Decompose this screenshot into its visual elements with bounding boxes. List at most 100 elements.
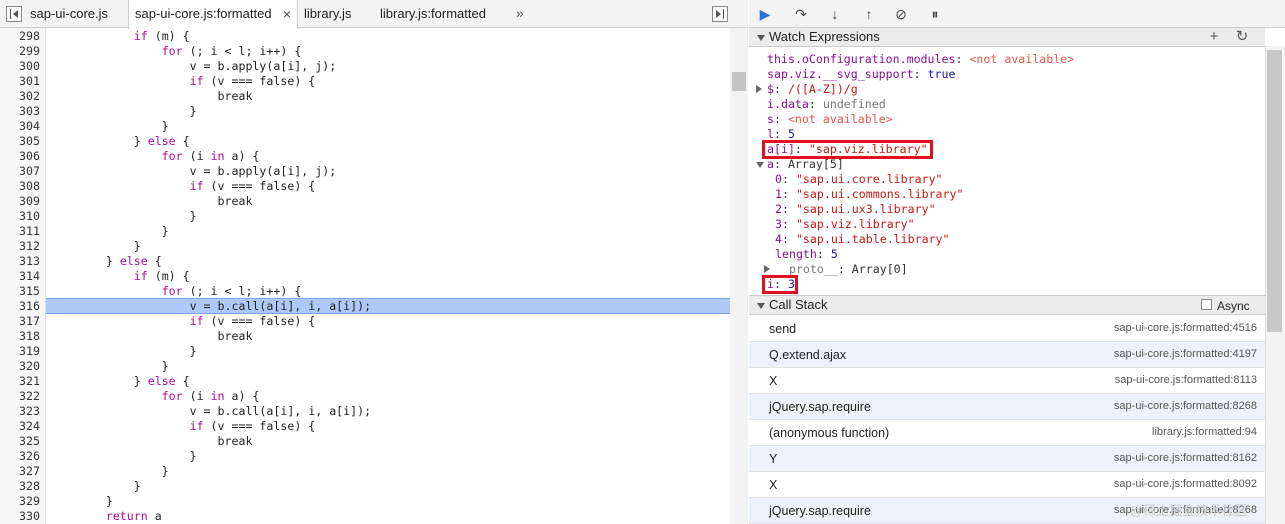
- line-number[interactable]: 312: [0, 239, 40, 254]
- line-number[interactable]: 318: [0, 329, 40, 344]
- call-stack-header[interactable]: Call Stack Async: [749, 295, 1265, 315]
- line-number-gutter[interactable]: 298 299 300 301 302 303 304 305 306 307 308 309 310 3…: [0, 28, 46, 524]
- frame-location[interactable]: sap-ui-core.js:formatted:4197: [1114, 342, 1257, 366]
- call-frame[interactable]: (anonymous function) library.js:formatted…: [749, 420, 1265, 446]
- refresh-watch-icon[interactable]: ↻: [1233, 29, 1251, 45]
- line-number[interactable]: 330: [0, 509, 40, 524]
- line-number[interactable]: 327: [0, 464, 40, 479]
- line-number[interactable]: 310: [0, 209, 40, 224]
- call-frame[interactable]: Xsap-ui-core.js:formatted:8113: [749, 368, 1265, 394]
- tab-library[interactable]: library.js: [298, 0, 372, 28]
- watch-key: s: [767, 112, 774, 126]
- call-frame[interactable]: send sap-ui-core.js:formatted:4516: [749, 316, 1265, 342]
- async-checkbox[interactable]: [1201, 299, 1212, 310]
- line-number[interactable]: 322: [0, 389, 40, 404]
- line-number[interactable]: 311: [0, 224, 40, 239]
- line-number[interactable]: 320: [0, 359, 40, 374]
- watch-key: 0: [775, 172, 782, 186]
- line-number[interactable]: 316: [0, 299, 40, 314]
- line-number[interactable]: 299: [0, 44, 40, 59]
- tab-library-formatted[interactable]: library.js:formatted: [374, 0, 514, 28]
- step-over-button[interactable]: ↷: [791, 5, 811, 23]
- call-frame[interactable]: Q.extend.ajax sap-ui-core.js:formatted:41…: [749, 342, 1265, 368]
- frame-location[interactable]: library.js:formatted:94: [1152, 420, 1257, 444]
- line-number[interactable]: 326: [0, 449, 40, 464]
- line-number[interactable]: 300: [0, 59, 40, 74]
- watch-item[interactable]: $: /([A-Z])/g: [767, 82, 858, 97]
- call-frame[interactable]: Ysap-ui-core.js:formatted:8162: [749, 446, 1265, 472]
- line-number[interactable]: 323: [0, 404, 40, 419]
- line-number[interactable]: 301: [0, 74, 40, 89]
- watch-expressions-header[interactable]: Watch Expressions + ↻: [749, 27, 1265, 47]
- watch-item[interactable]: 1: "sap.ui.commons.library": [775, 187, 963, 202]
- line-number[interactable]: 317: [0, 314, 40, 329]
- frame-location[interactable]: sap-ui-core.js:formatted:8113: [1115, 368, 1257, 392]
- watch-item[interactable]: sap.viz.__svg_support: true: [767, 67, 955, 82]
- line-number[interactable]: 314: [0, 269, 40, 284]
- line-number[interactable]: 304: [0, 119, 40, 134]
- frame-location[interactable]: sap-ui-core.js:formatted:4516: [1114, 316, 1257, 340]
- watch-item[interactable]: length: 5: [775, 247, 838, 262]
- watch-value: "sap.ui.table.library": [795, 232, 950, 246]
- toggle-debugger-icon[interactable]: [712, 6, 728, 22]
- line-number[interactable]: 305: [0, 134, 40, 149]
- toggle-navigator-icon[interactable]: [6, 6, 22, 22]
- code-editor[interactable]: 298 299 300 301 302 303 304 305 306 307 308 309 310 3…: [0, 28, 730, 524]
- expand-triangle-icon[interactable]: [764, 265, 770, 273]
- line-number[interactable]: 313: [0, 254, 40, 269]
- watch-item[interactable]: i.data: undefined: [767, 97, 886, 112]
- watch-separator: :: [808, 97, 823, 111]
- watch-item[interactable]: a: Array[5]: [767, 157, 844, 172]
- line-number[interactable]: 315: [0, 284, 40, 299]
- line-number[interactable]: 306: [0, 149, 40, 164]
- deactivate-breakpoints-button[interactable]: ⊘: [891, 5, 911, 23]
- line-number[interactable]: 324: [0, 419, 40, 434]
- watch-item[interactable]: 4: "sap.ui.table.library": [775, 232, 950, 247]
- line-number[interactable]: 309: [0, 194, 40, 209]
- call-frame[interactable]: Xsap-ui-core.js:formatted:8092: [749, 472, 1265, 498]
- collapse-triangle-icon: [757, 303, 765, 309]
- watch-item[interactable]: this.oConfiguration.modules: <not availa…: [767, 52, 1074, 67]
- line-number[interactable]: 321: [0, 374, 40, 389]
- line-number[interactable]: 319: [0, 344, 40, 359]
- tab-sap-ui-core[interactable]: sap-ui-core.js: [24, 0, 128, 28]
- editor-scrollbar-thumb[interactable]: [732, 72, 746, 91]
- line-number[interactable]: 329: [0, 494, 40, 509]
- line-number[interactable]: 307: [0, 164, 40, 179]
- close-tab-icon[interactable]: ×: [283, 0, 291, 28]
- expand-triangle-icon[interactable]: [756, 85, 762, 93]
- watch-separator: :: [773, 82, 788, 96]
- line-number[interactable]: 298: [0, 29, 40, 44]
- pause-on-exceptions-button[interactable]: ⏸: [925, 5, 945, 23]
- frame-location[interactable]: sap-ui-core.js:formatted:8162: [1114, 446, 1257, 470]
- step-into-button[interactable]: ↓: [825, 5, 845, 23]
- step-out-button[interactable]: ↑: [859, 5, 879, 23]
- expanded-triangle-icon[interactable]: [756, 162, 764, 168]
- resume-button[interactable]: ▶: [755, 5, 775, 23]
- watch-separator: :: [837, 262, 852, 276]
- code-line: if (v === false) {: [189, 179, 316, 193]
- watch-item[interactable]: s: <not available>: [767, 112, 893, 127]
- watch-key: length: [775, 247, 817, 261]
- watch-key: 2: [775, 202, 782, 216]
- frame-location[interactable]: sap-ui-core.js:formatted:8268: [1114, 394, 1257, 418]
- watch-item[interactable]: 3: "sap.viz.library": [775, 217, 915, 232]
- line-number[interactable]: 308: [0, 179, 40, 194]
- more-tabs-icon[interactable]: »: [516, 0, 524, 28]
- tab-sap-ui-core-formatted[interactable]: sap-ui-core.js:formatted ×: [128, 0, 298, 29]
- watch-separator: :: [781, 232, 796, 246]
- watch-item[interactable]: 2: "sap.ui.ux3.library": [775, 202, 936, 217]
- sources-panel: sap-ui-core.js sap-ui-core.js:formatted …: [0, 0, 748, 524]
- line-number[interactable]: 303: [0, 104, 40, 119]
- watch-key: 4: [775, 232, 782, 246]
- editor-scrollbar[interactable]: [730, 28, 748, 524]
- add-watch-icon[interactable]: +: [1205, 29, 1223, 45]
- line-number[interactable]: 328: [0, 479, 40, 494]
- code-line: }: [50, 209, 197, 223]
- line-number[interactable]: 325: [0, 434, 40, 449]
- frame-location[interactable]: sap-ui-core.js:formatted:8092: [1114, 472, 1257, 496]
- sidebar-scrollbar-thumb[interactable]: [1267, 50, 1282, 332]
- watch-item[interactable]: 0: "sap.ui.core.library": [775, 172, 943, 187]
- call-frame[interactable]: jQuery.sap.require sap-ui-core.js:formatt…: [749, 394, 1265, 420]
- line-number[interactable]: 302: [0, 89, 40, 104]
